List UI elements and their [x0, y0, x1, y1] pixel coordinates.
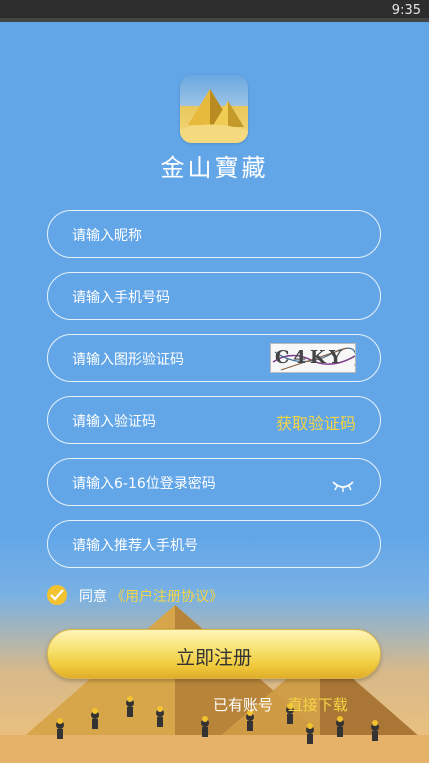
- app-name: 金山寶藏: [160, 154, 269, 182]
- footer-links: 已有账号 直接下载: [213, 694, 348, 715]
- referrer-placeholder: 请输入推荐人手机号: [72, 538, 198, 554]
- agreement-checkbox[interactable]: [47, 585, 67, 605]
- agreement-prefix: 同意: [79, 589, 107, 605]
- pyramid-scene-illustration: [0, 605, 429, 763]
- register-button-label: 立即注册: [175, 647, 252, 669]
- sms-code-placeholder: 请输入验证码: [72, 414, 156, 430]
- status-bar: 9:35: [0, 0, 429, 22]
- captcha-placeholder: 请输入图形验证码: [72, 352, 184, 368]
- status-time: 9:35: [391, 3, 421, 18]
- eye-closed-icon[interactable]: [332, 477, 354, 496]
- get-code-button[interactable]: 获取验证码: [276, 410, 356, 434]
- phone-placeholder: 请输入手机号码: [72, 290, 170, 306]
- nickname-placeholder: 请输入昵称: [72, 228, 142, 244]
- captcha-input[interactable]: 请输入图形验证码 C4KY: [47, 334, 381, 382]
- captcha-text: C4KY: [275, 347, 346, 368]
- register-screen: 9:35 金山寶藏 请输入昵称 请输入手机号码 请输入图形验证码 C4KY 请输: [0, 0, 429, 763]
- password-placeholder: 请输入6-16位登录密码: [72, 476, 216, 492]
- status-divider: [0, 18, 429, 22]
- app-logo: [180, 75, 248, 143]
- captcha-image[interactable]: C4KY: [270, 343, 356, 373]
- password-input[interactable]: 请输入6-16位登录密码: [47, 458, 381, 506]
- phone-input[interactable]: 请输入手机号码: [47, 272, 381, 320]
- register-button[interactable]: 立即注册: [47, 629, 381, 679]
- download-link[interactable]: 直接下载: [288, 696, 348, 714]
- referrer-phone-input[interactable]: 请输入推荐人手机号: [47, 520, 381, 568]
- agreement-link[interactable]: 《用户注册协议》: [111, 586, 223, 606]
- nickname-input[interactable]: 请输入昵称: [47, 210, 381, 258]
- have-account-link[interactable]: 已有账号: [213, 696, 273, 714]
- sms-code-input[interactable]: 请输入验证码 获取验证码: [47, 396, 381, 444]
